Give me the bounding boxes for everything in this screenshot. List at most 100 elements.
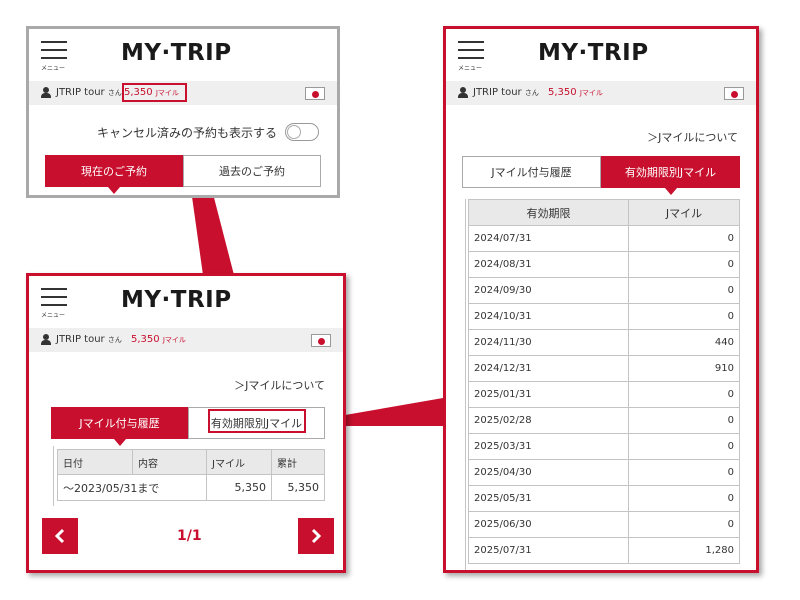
app-logo[interactable]: MY·TRIP	[538, 40, 649, 66]
user-bar: JTRIP tour さん 5,350 Jマイル	[29, 328, 343, 352]
reservations-screenshot-panel: メニュー MY·TRIP JTRIP tour さん 5,350 Jマイル キャ…	[26, 26, 340, 198]
expiry-miles-cell: 0	[628, 251, 740, 278]
hamburger-icon	[41, 288, 67, 306]
expiry-miles-cell: 0	[628, 485, 740, 512]
user-icon	[41, 87, 51, 98]
tab-past-reservations[interactable]: 過去のご予約	[183, 155, 321, 187]
miles-highlight-box	[122, 83, 187, 102]
expiry-miles-cell: 0	[628, 433, 740, 460]
mile-history-screenshot-panel: メニュー MY·TRIP JTRIP tour さん 5,350 Jマイル ＞J…	[26, 273, 346, 573]
expiry-miles-cell: 910	[628, 355, 740, 382]
expiry-miles-cell: 0	[628, 459, 740, 486]
about-jmiles-link[interactable]: ＞Jマイルについて	[647, 129, 738, 145]
table-header-row: 有効期限 Jマイル	[468, 199, 740, 226]
user-icon	[458, 87, 468, 98]
show-cancelled-row: キャンセル済みの予約も表示する	[29, 121, 337, 143]
user-name: JTRIP tour さん	[473, 87, 539, 98]
expiry-date-cell: 2024/11/30	[468, 329, 629, 356]
user-name: JTRIP tour さん	[56, 334, 122, 345]
table-row: 2024/07/31 0	[468, 225, 740, 252]
pagination: 1/1	[29, 518, 343, 556]
app-logo[interactable]: MY·TRIP	[121, 287, 232, 313]
show-cancelled-toggle[interactable]	[285, 123, 319, 141]
next-page-button[interactable]	[298, 518, 334, 554]
japan-flag-icon	[312, 91, 319, 98]
table-header-row: 日付 内容 Jマイル 累計	[57, 449, 325, 475]
table-row: 2025/01/31 0	[468, 381, 740, 408]
app-logo[interactable]: MY·TRIP	[121, 40, 232, 66]
expiry-date-cell: 2024/10/31	[468, 303, 629, 330]
expiry-table-body: 2024/07/31 0 2024/08/31 0 2024/09/30 0 2024/10…	[468, 225, 740, 564]
hamburger-icon	[41, 41, 67, 59]
hamburger-icon	[458, 41, 484, 59]
expiry-date-cell: 2024/12/31	[468, 355, 629, 382]
expiry-miles-cell: 0	[628, 277, 740, 304]
expiry-date-cell: 2025/05/31	[468, 485, 629, 512]
tab-current-reservations[interactable]: 現在のご予約	[45, 155, 183, 194]
menu-label: メニュー	[41, 312, 66, 319]
expiry-date-cell: 2025/04/30	[468, 459, 629, 486]
page-indicator: 1/1	[177, 528, 202, 544]
expiry-date-cell: 2025/06/30	[468, 511, 629, 538]
expiry-date-cell: 2024/09/30	[468, 277, 629, 304]
show-cancelled-label: キャンセル済みの予約も表示する	[96, 126, 277, 140]
table-row: 2025/06/30 0	[468, 511, 740, 538]
expiry-miles-screenshot-panel: メニュー MY·TRIP JTRIP tour さん 5,350 Jマイル ＞J…	[443, 26, 759, 573]
table-row: 2024/12/31 910	[468, 355, 740, 382]
table-row: 2024/10/31 0	[468, 303, 740, 330]
column-header-miles: Jマイル	[628, 199, 740, 226]
menu-label: メニュー	[41, 65, 66, 72]
expiry-date-cell: 2024/08/31	[468, 251, 629, 278]
table-row: 2025/02/28 0	[468, 407, 740, 434]
expiry-miles-cell: 1,280	[628, 537, 740, 564]
about-jmiles-link[interactable]: ＞Jマイルについて	[234, 377, 325, 393]
menu-button[interactable]: メニュー	[41, 39, 67, 72]
chevron-left-icon	[54, 528, 65, 544]
expiry-date-cell: 2025/01/31	[468, 381, 629, 408]
column-header-total: 累計	[271, 449, 325, 475]
expiry-miles-cell: 0	[628, 511, 740, 538]
expiry-miles-cell: 440	[628, 329, 740, 356]
jmile-tabs: Jマイル付与履歴 有効期限別Jマイル	[462, 156, 740, 195]
app-header: メニュー MY·TRIP	[29, 276, 343, 328]
table-row: 2025/07/31 1,280	[468, 537, 740, 564]
menu-button[interactable]: メニュー	[41, 286, 67, 319]
history-date-cell: ～2023/05/31まで	[57, 474, 207, 501]
expiry-tab-highlight-box	[208, 409, 306, 433]
expiry-miles-cell: 0	[628, 407, 740, 434]
tab-mile-history[interactable]: Jマイル付与履歴	[462, 156, 601, 188]
tab-expiry-miles[interactable]: 有効期限別Jマイル	[601, 156, 740, 195]
expiry-date-cell: 2025/03/31	[468, 433, 629, 460]
column-header-description: 内容	[132, 449, 207, 475]
expiry-miles-cell: 0	[628, 381, 740, 408]
language-flag-button[interactable]	[305, 87, 325, 100]
mile-history-table: 日付 内容 Jマイル 累計 ～2023/05/31まで 5,350 5,350	[57, 449, 325, 501]
miles-balance-link[interactable]: 5,350 Jマイル	[548, 87, 603, 98]
prev-page-button[interactable]	[42, 518, 78, 554]
expiry-date-cell: 2024/07/31	[468, 225, 629, 252]
expiry-miles-cell: 0	[628, 225, 740, 252]
expiry-miles-table: 有効期限 Jマイル 2024/07/31 0 2024/08/31 0 2024/09/…	[468, 199, 740, 564]
app-header: メニュー MY·TRIP	[446, 29, 756, 81]
table-scroll-edge	[53, 446, 54, 506]
app-header: メニュー MY·TRIP	[29, 29, 337, 81]
table-row: 2024/08/31 0	[468, 251, 740, 278]
table-row: 2024/09/30 0	[468, 277, 740, 304]
expiry-date-cell: 2025/02/28	[468, 407, 629, 434]
language-flag-button[interactable]	[311, 334, 331, 347]
miles-balance-link[interactable]: 5,350 Jマイル	[131, 334, 186, 345]
tab-mile-history[interactable]: Jマイル付与履歴	[51, 407, 188, 446]
chevron-right-icon	[311, 528, 322, 544]
column-header-date: 日付	[57, 449, 133, 475]
menu-label: メニュー	[458, 65, 483, 72]
language-flag-button[interactable]	[724, 87, 744, 100]
menu-button[interactable]: メニュー	[458, 39, 484, 72]
user-bar: JTRIP tour さん 5,350 Jマイル	[446, 81, 756, 105]
reservation-tabs: 現在のご予約 過去のご予約	[45, 155, 321, 194]
expiry-date-cell: 2025/07/31	[468, 537, 629, 564]
history-total-cell: 5,350	[271, 474, 325, 501]
table-scroll-edge	[465, 199, 466, 570]
user-name: JTRIP tour さん	[56, 87, 122, 98]
japan-flag-icon	[731, 91, 738, 98]
japan-flag-icon	[318, 338, 325, 345]
